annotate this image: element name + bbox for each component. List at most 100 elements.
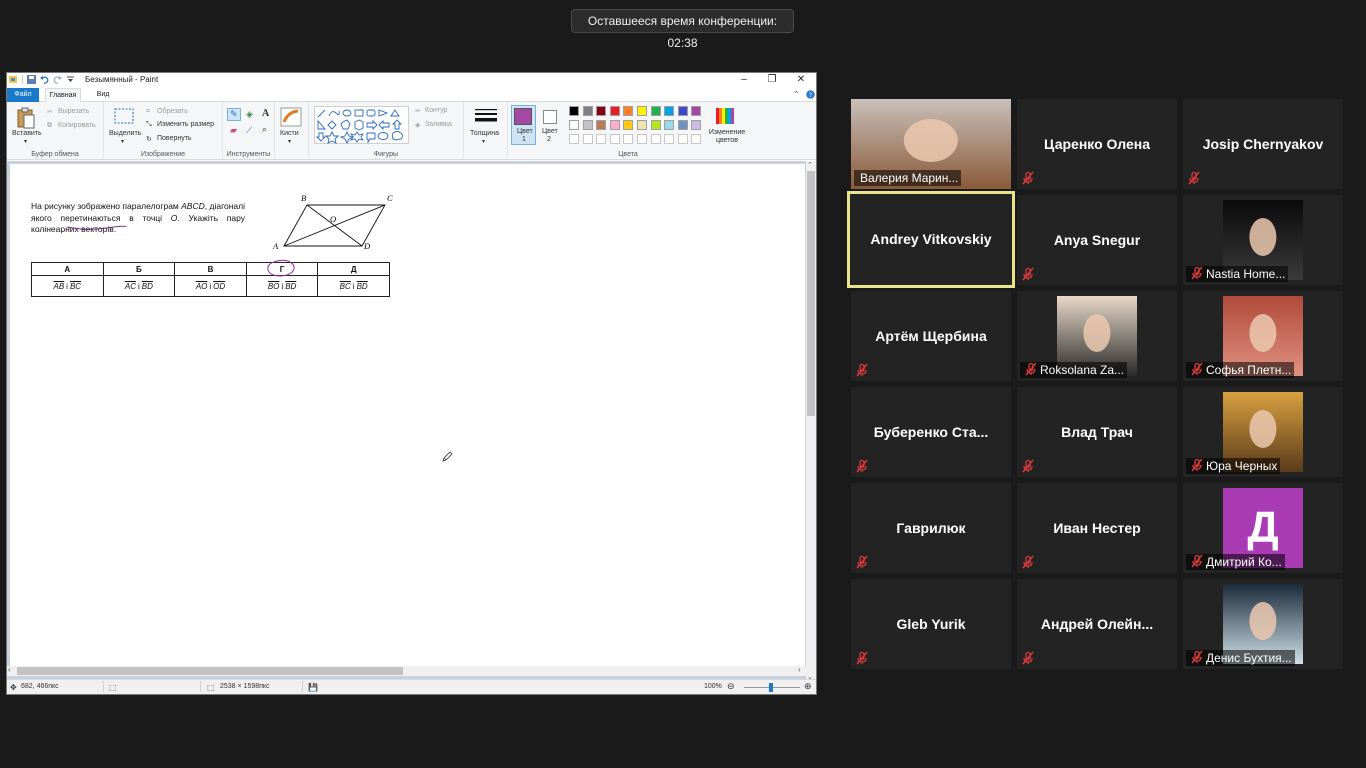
edit-colors-button[interactable]: Изменение цветов [705, 129, 749, 145]
cut-button[interactable]: Вырезать [58, 108, 89, 115]
participant-tile[interactable]: Царенко Олена [1017, 99, 1177, 189]
palette-swatch[interactable] [623, 120, 634, 130]
color1-swatch[interactable] [514, 108, 532, 125]
zoom-slider-thumb[interactable] [769, 683, 773, 692]
size-dropdown-icon[interactable]: ▾ [482, 138, 485, 145]
restore-icon[interactable]: ❐ [757, 73, 787, 87]
palette-swatch[interactable] [569, 106, 579, 116]
canvas-area[interactable]: На рисунку зображено паралелограм ABCD, … [7, 161, 816, 681]
line-size-icon[interactable] [475, 108, 497, 124]
select-button[interactable]: Выделить [109, 130, 141, 137]
color2-swatch[interactable] [543, 110, 557, 124]
undo-icon[interactable] [40, 75, 49, 84]
palette-swatch[interactable] [596, 120, 607, 130]
palette-empty-swatch[interactable] [650, 134, 661, 144]
palette-empty-swatch[interactable] [569, 134, 579, 144]
drawing-canvas[interactable]: На рисунку зображено паралелограм ABCD, … [10, 164, 805, 676]
vertical-scrollbar[interactable]: ⌃ ⌄ [806, 161, 816, 681]
scroll-up-icon[interactable]: ⌃ [807, 161, 813, 169]
palette-swatch[interactable] [637, 120, 647, 130]
palette-swatch[interactable] [596, 106, 607, 116]
paste-dropdown-icon[interactable]: ▾ [24, 138, 27, 145]
resize-button[interactable]: Изменить размер [157, 121, 214, 128]
palette-swatch[interactable] [650, 106, 661, 116]
tab-view[interactable]: Вид [91, 88, 115, 102]
select-icon[interactable] [114, 108, 134, 126]
participant-tile[interactable]: Josip Chernyakov [1183, 99, 1343, 189]
palette-swatch[interactable] [650, 120, 661, 130]
crop-button[interactable]: Обрезать [157, 108, 188, 115]
participant-tile[interactable]: Буберенко Ста... [851, 387, 1011, 477]
palette-empty-swatch[interactable] [691, 134, 702, 144]
participant-tile[interactable]: Артём Щербина [851, 291, 1011, 381]
tab-file[interactable]: Файл [7, 88, 39, 102]
eraser-icon[interactable]: ▰ [230, 125, 237, 136]
palette-swatch[interactable] [609, 120, 620, 130]
participant-tile[interactable]: Юра Черных [1183, 387, 1343, 477]
rotate-button[interactable]: Повернуть [157, 135, 192, 142]
palette-swatch[interactable] [664, 120, 675, 130]
palette-empty-swatch[interactable] [609, 134, 620, 144]
participant-tile[interactable]: Иван Нестер [1017, 483, 1177, 573]
palette-empty-swatch[interactable] [637, 134, 647, 144]
minimize-icon[interactable]: – [729, 73, 759, 87]
palette-swatch[interactable] [623, 106, 634, 116]
size-button[interactable]: Толщина [470, 130, 499, 137]
brushes-dropdown-icon[interactable]: ▾ [288, 138, 291, 145]
participant-tile[interactable]: Софья Плетн... [1183, 291, 1343, 381]
participant-tile[interactable]: Anya Snegur [1017, 195, 1177, 285]
palette-empty-swatch[interactable] [582, 134, 593, 144]
participant-tile[interactable]: Влад Трач [1017, 387, 1177, 477]
palette-swatch[interactable] [691, 106, 702, 116]
fill-button[interactable]: Заливка [425, 121, 452, 128]
horizontal-scrollbar[interactable]: ‹ › [7, 665, 806, 676]
color1-button[interactable]: Цвет 1 [517, 128, 533, 144]
color2-button[interactable]: Цвет 2 [542, 128, 558, 144]
palette-swatch[interactable] [582, 106, 593, 116]
palette-swatch[interactable] [677, 106, 688, 116]
participant-tile[interactable]: Гаврилюк [851, 483, 1011, 573]
help-icon[interactable]: ? [806, 90, 815, 99]
paste-icon[interactable] [16, 107, 36, 129]
participant-tile[interactable]: Nastia Home... [1183, 195, 1343, 285]
vertical-scroll-thumb[interactable] [807, 171, 815, 416]
zoom-out-icon[interactable]: ⊖ [727, 681, 735, 692]
brush-icon[interactable] [280, 107, 302, 127]
palette-empty-swatch[interactable] [623, 134, 634, 144]
participant-tile[interactable]: Денис Бухтия... [1183, 579, 1343, 669]
palette-empty-swatch[interactable] [677, 134, 688, 144]
edit-colors-icon[interactable] [716, 108, 734, 124]
copy-button[interactable]: Копировать [58, 122, 96, 129]
save-icon[interactable] [27, 75, 36, 84]
palette-swatch[interactable] [582, 120, 593, 130]
participant-tile[interactable]: Andrey Vitkovskiy [847, 191, 1015, 288]
select-dropdown-icon[interactable]: ▾ [121, 138, 124, 145]
zoom-in-icon[interactable]: ⊕ [804, 681, 812, 692]
scroll-right-icon[interactable]: › [798, 665, 801, 674]
fill-bucket-icon[interactable]: ◈ [246, 109, 253, 120]
text-tool-icon[interactable]: A [262, 108, 269, 119]
redo-icon[interactable] [53, 75, 62, 84]
color-picker-icon[interactable]: ⟋ [246, 125, 252, 136]
magnifier-icon[interactable]: ⌕ [262, 124, 267, 135]
customize-toolbar-icon[interactable] [66, 75, 75, 84]
pencil-icon[interactable]: ✎ [230, 109, 238, 120]
participant-tile[interactable]: Валерия Марин... [851, 99, 1011, 189]
palette-swatch[interactable] [569, 120, 579, 130]
participant-tile[interactable]: Gleb Yurik [851, 579, 1011, 669]
palette-swatch[interactable] [691, 120, 702, 130]
participant-tile[interactable]: Андрей Олейн... [1017, 579, 1177, 669]
palette-empty-swatch[interactable] [596, 134, 607, 144]
horizontal-scroll-thumb[interactable] [17, 667, 403, 675]
scroll-left-icon[interactable]: ‹ [8, 665, 11, 674]
palette-swatch[interactable] [664, 106, 675, 116]
shapes-gallery[interactable] [314, 106, 409, 145]
paste-button[interactable]: Вставить [12, 130, 42, 137]
palette-swatch[interactable] [637, 106, 647, 116]
outline-button[interactable]: Контур [425, 107, 447, 114]
collapse-ribbon-icon[interactable]: ⌃ [793, 90, 800, 99]
palette-swatch[interactable] [677, 120, 688, 130]
close-icon[interactable]: ✕ [786, 73, 816, 87]
palette-swatch[interactable] [609, 106, 620, 116]
participant-tile[interactable]: Roksolana Za... [1017, 291, 1177, 381]
